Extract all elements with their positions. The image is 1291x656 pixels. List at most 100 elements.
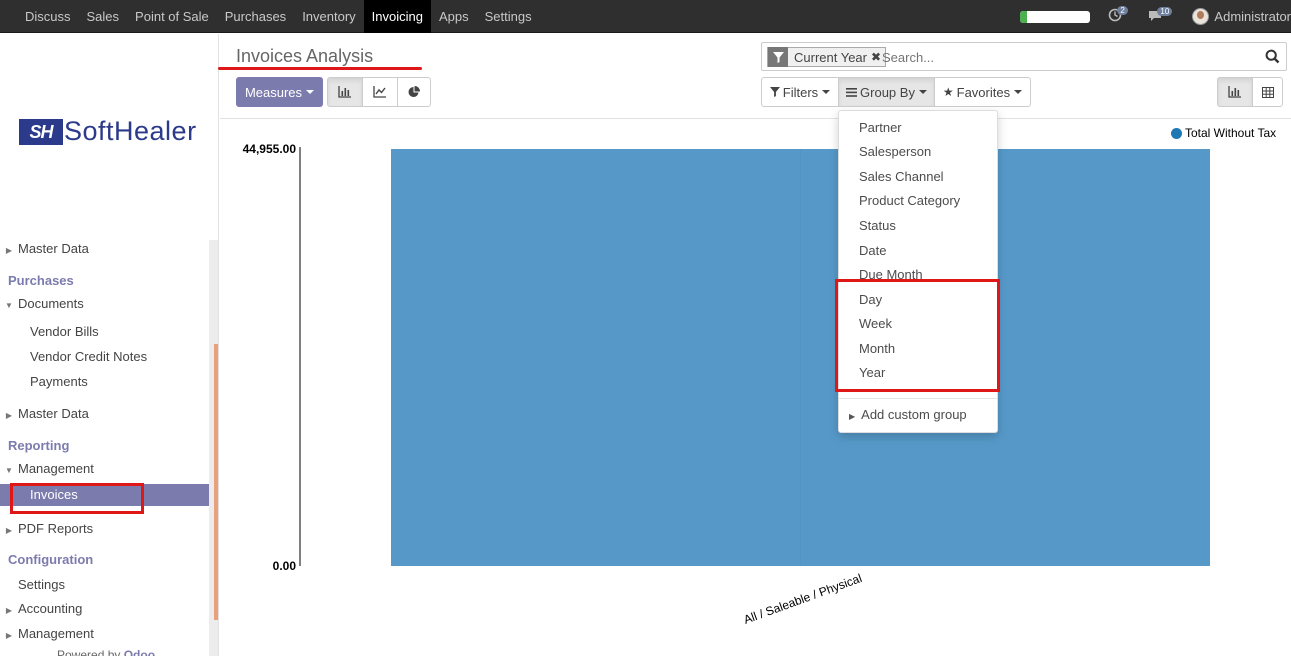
menu-inventory[interactable]: Inventory [294, 0, 363, 33]
filters-label: Filters [782, 84, 819, 100]
sidebar-section-reporting: Reporting [8, 438, 70, 453]
menu-purchases[interactable]: Purchases [217, 0, 294, 33]
group-by-label: Group By [860, 84, 915, 100]
menu-point-of-sale[interactable]: Point of Sale [127, 0, 217, 33]
group-by-option-product-category[interactable]: Product Category [859, 193, 960, 208]
caret-down-icon: ▼ [5, 301, 13, 310]
caret-right-icon: ▶ [5, 411, 13, 420]
bar-chart-button[interactable] [327, 77, 363, 107]
chart-legend[interactable]: Total Without Tax [1171, 126, 1276, 140]
search-icon[interactable] [1265, 49, 1280, 67]
add-custom-group-button[interactable]: ▶ Add custom group [849, 407, 967, 422]
caret-down-icon [1014, 90, 1023, 94]
pie-chart-button[interactable] [397, 77, 431, 107]
facet-label: Current Year [794, 49, 867, 65]
message-count-badge: 10 [1157, 6, 1173, 16]
measures-button[interactable]: Measures [236, 77, 323, 107]
sidebar-item-label: Accounting [18, 601, 83, 616]
y-tick-label: 0.00 [273, 559, 297, 573]
top-navbar: Discuss Sales Point of Sale Purchases In… [0, 0, 1291, 33]
sidebar-item-vendor-bills[interactable]: Vendor Bills [30, 324, 99, 339]
sidebar-item-pdf-reports[interactable]: ▶ PDF Reports [0, 518, 93, 540]
line-chart-button[interactable] [362, 77, 398, 107]
caret-down-icon [918, 90, 927, 94]
sidebar-item-payments[interactable]: Payments [30, 374, 88, 389]
group-by-option-salesperson[interactable]: Salesperson [859, 144, 931, 159]
highlight-date-options-box [835, 279, 1000, 392]
search-input[interactable] [882, 47, 1252, 67]
graph-view-button[interactable] [1217, 77, 1253, 107]
sidebar-section-purchases: Purchases [8, 273, 74, 288]
menu-settings[interactable]: Settings [477, 0, 540, 33]
sidebar-item-documents[interactable]: ▼ Documents [0, 293, 84, 315]
sidebar-item-label: Management [18, 461, 94, 476]
bar-chart-icon [338, 86, 351, 98]
page-title: Invoices Analysis [236, 46, 374, 66]
bar-chart: All / Saleable / Physical 0.00 44,955.00 [243, 142, 1210, 627]
add-custom-group-label: Add custom group [861, 407, 967, 422]
pie-chart-icon [408, 86, 420, 97]
group-by-option-date[interactable]: Date [859, 243, 886, 258]
group-by-option-partner[interactable]: Partner [859, 120, 902, 135]
x-tick-label: All / Saleable / Physical [742, 571, 864, 627]
favorites-label: Favorites [956, 84, 1011, 100]
sidebar-item-master-data-2[interactable]: ▶ Master Data [0, 403, 89, 425]
sidebar-item-label: Management [18, 626, 94, 641]
sidebar: SH SoftHealer ▶ Master Data Purchases ▼ Do… [0, 34, 219, 656]
legend-label: Total Without Tax [1185, 126, 1277, 140]
messages-icon[interactable]: 10 [1148, 6, 1173, 25]
sidebar-item-vendor-credit-notes[interactable]: Vendor Credit Notes [30, 349, 147, 364]
favorites-button[interactable]: ★ Favorites [934, 77, 1031, 107]
filter-icon [769, 87, 780, 97]
search-bar: Current Year ✖ [761, 42, 1287, 71]
sidebar-scrollbar-thumb[interactable] [214, 344, 218, 620]
pivot-view-button[interactable] [1252, 77, 1283, 107]
company-logo: SH SoftHealer [19, 116, 197, 147]
powered-by-prefix: Powered by [57, 648, 121, 656]
group-by-option-sales-channel[interactable]: Sales Channel [859, 169, 944, 184]
line-chart-icon [373, 86, 386, 98]
menu-apps[interactable]: Apps [431, 0, 477, 33]
user-name[interactable]: Administrator [1214, 9, 1291, 24]
sidebar-item-label: Documents [18, 296, 84, 311]
sidebar-item-label: Master Data [18, 406, 89, 421]
filters-button[interactable]: Filters [761, 77, 839, 107]
progress-bar[interactable] [1020, 10, 1091, 23]
activity-count-badge: 2 [1117, 6, 1128, 15]
caret-right-icon: ▶ [5, 526, 13, 535]
highlight-invoices-box [10, 483, 144, 514]
menu-sales[interactable]: Sales [79, 0, 128, 33]
search-facet[interactable]: Current Year ✖ [767, 47, 887, 67]
menu-invoicing[interactable]: Invoicing [363, 0, 431, 33]
filter-icon [768, 47, 788, 67]
caret-down-icon [822, 90, 831, 94]
app-menu: Discuss Sales Point of Sale Purchases In… [17, 0, 540, 33]
logo-text: SoftHealer [64, 116, 197, 146]
caret-down-icon [306, 90, 315, 94]
caret-right-icon: ▶ [5, 631, 13, 640]
powered-by: Powered by Odoo [57, 648, 155, 656]
measures-label: Measures [244, 84, 303, 100]
caret-right-icon: ▶ [5, 606, 13, 615]
sidebar-item-master-data[interactable]: ▶ Master Data [0, 238, 89, 260]
table-icon [1261, 86, 1274, 98]
activity-icon[interactable]: 2 [1108, 6, 1128, 25]
legend-dot [1171, 127, 1182, 139]
user-avatar[interactable] [1192, 8, 1210, 25]
sidebar-item-label: Master Data [18, 241, 89, 256]
sidebar-item-accounting[interactable]: ▶ Accounting [0, 598, 82, 620]
title-highlight-underline [218, 67, 422, 70]
sidebar-item-management-2[interactable]: ▶ Management [0, 623, 94, 645]
sidebar-item-settings[interactable]: Settings [18, 577, 65, 592]
group-by-option-status[interactable]: Status [859, 218, 896, 233]
progress-fill [1020, 10, 1028, 23]
star-icon: ★ [942, 85, 954, 99]
menu-discuss[interactable]: Discuss [17, 0, 79, 33]
dropdown-divider [839, 398, 997, 399]
odoo-brand[interactable]: Odoo [124, 648, 155, 656]
chart-area: All / Saleable / Physical 0.00 44,955.00 [220, 118, 1291, 656]
sidebar-item-label: PDF Reports [18, 521, 94, 536]
caret-down-icon: ▼ [5, 466, 13, 475]
group-by-button[interactable]: Group By [838, 77, 935, 107]
sidebar-item-management[interactable]: ▼ Management [0, 458, 94, 480]
